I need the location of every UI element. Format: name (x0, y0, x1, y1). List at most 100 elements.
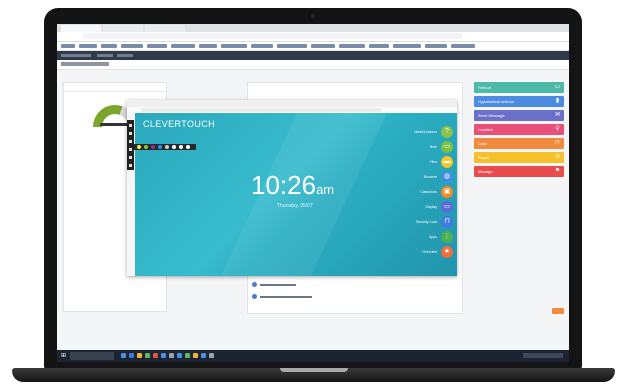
color-swatch-white[interactable] (186, 145, 190, 149)
bookmark[interactable] (221, 44, 247, 48)
bookmark[interactable] (79, 44, 97, 48)
reboot-button[interactable]: Reboot ▭ (474, 82, 564, 93)
taskbar-app-icon[interactable] (121, 353, 126, 358)
launcher-item-browser[interactable]: Browser ◍ (373, 170, 453, 185)
submit-button[interactable] (552, 308, 564, 314)
browser-tab[interactable] (103, 25, 143, 32)
brand-logo: CLEVERTOUCH (143, 119, 216, 129)
color-swatch-yellow[interactable] (137, 145, 141, 149)
bookmark[interactable] (277, 44, 307, 48)
taskbar-app-icon[interactable] (193, 353, 198, 358)
power-button[interactable]: Power ⏻ (474, 152, 564, 163)
pen-icon[interactable] (129, 124, 132, 127)
taskbar-app-icon[interactable] (209, 353, 214, 358)
nav-item[interactable] (117, 54, 133, 57)
color-swatch-white[interactable] (179, 145, 183, 149)
color-swatch-blue[interactable] (158, 145, 162, 149)
bookmark[interactable] (101, 44, 117, 48)
action-label: Send Message (478, 113, 505, 118)
annotation-toolbar (127, 120, 134, 170)
launcher-item-classroom[interactable]: Classroom ▣ (373, 185, 453, 200)
folder-icon: ▬ (441, 156, 453, 168)
tag-icon: ⚑ (554, 168, 561, 174)
bookmark[interactable] (311, 44, 335, 48)
address-bar[interactable] (83, 33, 463, 39)
envelope-icon: ✉ (554, 112, 561, 118)
color-swatch-purple[interactable] (151, 145, 155, 149)
close-icon[interactable] (129, 164, 132, 167)
browser-tab[interactable] (61, 25, 101, 32)
launcher-item-ideas[interactable]: Ideas/Lessons ? (373, 125, 453, 140)
taskbar-app-icon[interactable] (201, 353, 206, 358)
manage-button[interactable]: Manage ⚑ (474, 166, 564, 177)
gauge-value (100, 123, 130, 126)
laptop-base (12, 368, 615, 382)
bookmark[interactable] (61, 44, 75, 48)
app-navbar (57, 51, 569, 60)
bookmark[interactable] (451, 44, 475, 48)
taskbar-app-icon[interactable] (137, 353, 142, 358)
launcher-item-apps[interactable]: Apps ⋮ (373, 230, 453, 245)
location-button[interactable]: Location ⚲ (474, 124, 564, 135)
card-header (64, 83, 166, 92)
hypothetical-actions-button[interactable]: Hypothetical actions ▮ (474, 96, 564, 107)
launcher-label: Files (429, 160, 437, 164)
taskbar-app-icon[interactable] (153, 353, 158, 358)
launcher-item-security-lock[interactable]: Security Lock ⊓ (373, 215, 453, 230)
bookmark[interactable] (369, 44, 389, 48)
launcher-label: Browser (424, 175, 437, 179)
globe-icon: ◍ (441, 171, 453, 183)
bookmark-icon: ▮ (555, 98, 560, 104)
bookmark[interactable] (199, 44, 217, 48)
browser-tab[interactable] (145, 25, 185, 32)
color-swatch-grey[interactable] (165, 145, 169, 149)
launcher-item-note[interactable]: Note ▭ (373, 140, 453, 155)
action-label: Power (478, 155, 490, 160)
system-tray[interactable] (523, 353, 563, 358)
send-message-button[interactable]: Send Message ✉ (474, 110, 564, 121)
taskbar-app-icon[interactable] (129, 353, 134, 358)
launcher-item-files[interactable]: Files ▬ (373, 155, 453, 170)
lock-icon: ⊓ (555, 140, 560, 146)
launcher-label: Note (429, 145, 437, 149)
app-logo (61, 54, 91, 57)
taskbar-app-icon[interactable] (177, 353, 182, 358)
windows-start-icon[interactable]: ⊞ (61, 353, 67, 359)
question-icon: ? (441, 126, 453, 138)
bookmark[interactable] (339, 44, 365, 48)
text-icon[interactable] (129, 148, 132, 151)
nav-item[interactable] (97, 54, 113, 57)
laptop-screen: CLEVERTOUCH 10:26am Thursday, 05/07 Idea… (57, 24, 569, 362)
bookmark[interactable] (393, 44, 421, 48)
color-swatch-white[interactable] (172, 145, 176, 149)
taskbar-app-icon[interactable] (169, 353, 174, 358)
device-actions-panel: Reboot ▭ Hypothetical actions ▮ Send Mes… (474, 82, 564, 180)
taskbar-app-icon[interactable] (185, 353, 190, 358)
taskbar-app-icon[interactable] (145, 353, 150, 358)
laptop-lid: CLEVERTOUCH 10:26am Thursday, 05/07 Idea… (44, 8, 582, 370)
color-swatch-green[interactable] (144, 145, 148, 149)
action-label: Location (478, 127, 494, 132)
launcher-item-display[interactable]: Display ▭ (373, 200, 453, 215)
briefcase-icon: ▣ (441, 186, 453, 198)
shape-icon[interactable] (129, 140, 132, 143)
bookmark[interactable] (425, 44, 447, 48)
action-label: Hypothetical actions (478, 99, 514, 104)
lock-button[interactable]: Lock ⊓ (474, 138, 564, 149)
lock-icon: ⊓ (441, 216, 453, 228)
bookmarks-bar (57, 42, 569, 51)
undo-icon[interactable] (129, 156, 132, 159)
clock-ampm: am (316, 182, 335, 197)
bookmark[interactable] (171, 44, 195, 48)
bookmark[interactable] (147, 44, 167, 48)
list-item[interactable] (252, 293, 452, 301)
list-item[interactable] (252, 281, 452, 289)
bookmark[interactable] (251, 44, 273, 48)
clock-time: 10:26 (251, 170, 317, 200)
bookmark[interactable] (121, 44, 143, 48)
taskbar-app-icon[interactable] (161, 353, 166, 358)
clevertouch-display[interactable]: CLEVERTOUCH 10:26am Thursday, 05/07 Idea… (135, 113, 457, 276)
taskbar-search-input[interactable] (70, 352, 114, 360)
launcher-item-overview[interactable]: Overview ★ (373, 245, 453, 260)
eraser-icon[interactable] (129, 132, 132, 135)
